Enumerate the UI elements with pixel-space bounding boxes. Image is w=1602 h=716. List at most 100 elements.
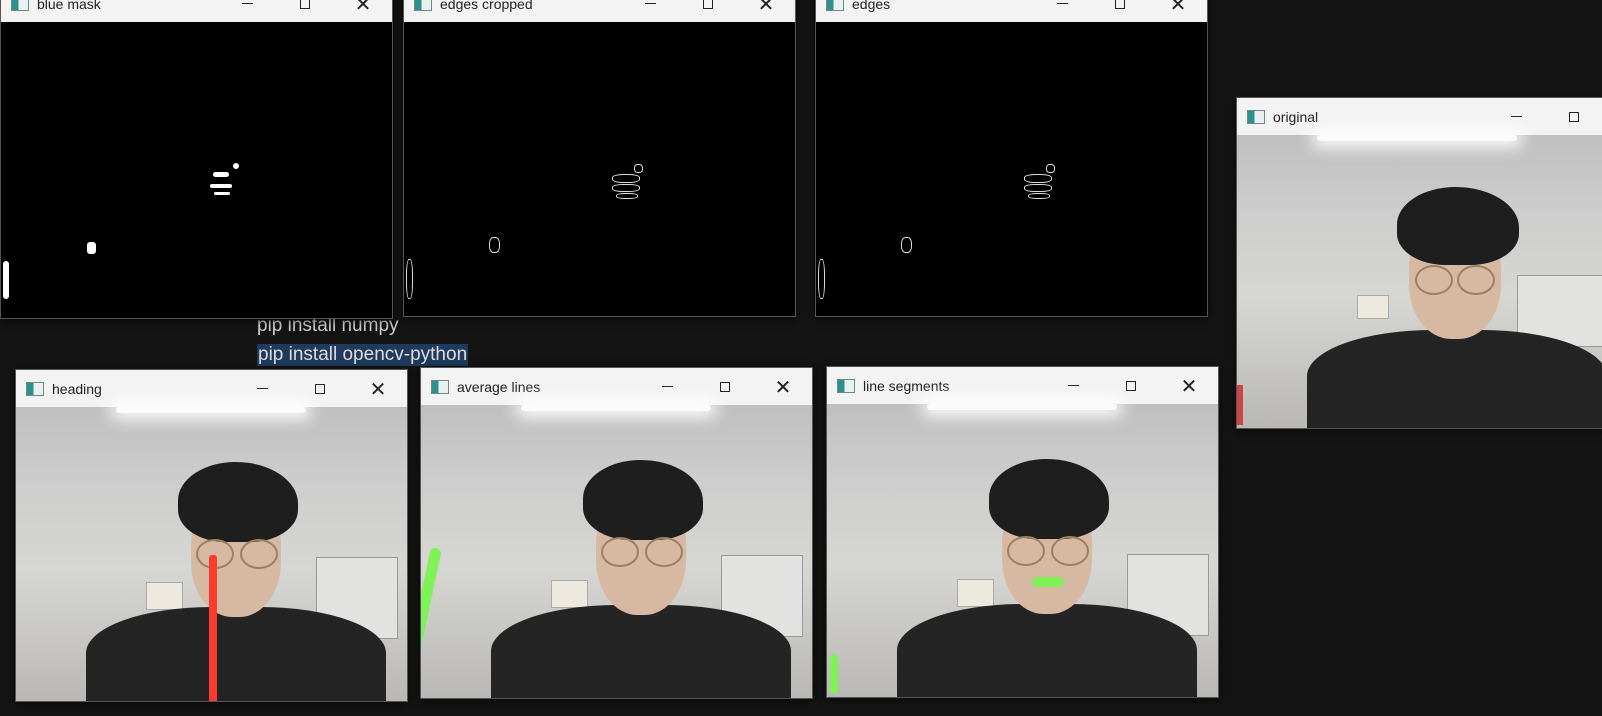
window-title: edges <box>852 0 891 12</box>
close-icon: ✕ <box>369 376 387 401</box>
person-hair <box>583 460 703 540</box>
window-edges-cropped[interactable]: edges cropped ✕ <box>403 0 796 317</box>
wall-poster <box>146 582 183 610</box>
window-blue-mask[interactable]: blue mask ✕ <box>0 0 393 319</box>
maximize-icon <box>1126 380 1136 391</box>
person-hair <box>178 462 298 542</box>
window-title: blue mask <box>37 0 101 12</box>
mask-blob <box>87 242 96 254</box>
window-average-lines[interactable]: average lines ✕ <box>420 367 813 699</box>
close-button[interactable]: ✕ <box>1160 367 1218 404</box>
person-body <box>491 605 791 698</box>
minimize-button[interactable] <box>621 0 679 22</box>
glasses-lens <box>1007 536 1045 566</box>
app-icon <box>1247 109 1265 124</box>
window-title: heading <box>52 380 102 397</box>
ceiling-light <box>1317 135 1517 141</box>
titlebar[interactable]: original <box>1237 98 1602 135</box>
minimize-button[interactable] <box>638 368 696 405</box>
minimize-icon <box>256 388 268 389</box>
camera-view <box>827 404 1218 697</box>
edge-contour <box>612 184 640 192</box>
maximize-button[interactable] <box>1545 98 1602 135</box>
window-title: line segments <box>863 377 950 394</box>
wall-poster <box>1357 295 1389 319</box>
edge-contour <box>1024 184 1052 192</box>
ceiling-light <box>521 405 711 411</box>
line-segment <box>830 654 838 694</box>
doc-line-selected: pip install opencv-python <box>257 344 469 366</box>
camera-view <box>1237 135 1602 428</box>
app-icon <box>837 378 855 393</box>
maximize-button[interactable] <box>1091 0 1149 22</box>
red-object <box>1237 385 1243 425</box>
edge-contour <box>406 259 413 299</box>
image-view <box>816 22 1207 316</box>
minimize-button[interactable] <box>1487 98 1545 135</box>
person-body <box>897 604 1197 697</box>
minimize-icon <box>644 3 656 4</box>
titlebar[interactable]: heading ✕ <box>16 370 407 407</box>
titlebar[interactable]: blue mask ✕ <box>1 0 392 22</box>
maximize-icon <box>300 0 310 9</box>
minimize-button[interactable] <box>233 370 291 407</box>
maximize-button[interactable] <box>1102 367 1160 404</box>
person-hair <box>1397 187 1519 265</box>
titlebar[interactable]: edges cropped ✕ <box>404 0 795 22</box>
mask-blob <box>213 172 229 177</box>
minimize-button[interactable] <box>1033 0 1091 22</box>
window-edges[interactable]: edges ✕ <box>815 0 1208 317</box>
maximize-icon <box>1569 111 1579 122</box>
close-icon: ✕ <box>774 374 792 399</box>
titlebar[interactable]: line segments ✕ <box>827 367 1218 404</box>
camera-view <box>16 407 407 701</box>
person-body <box>1307 330 1602 428</box>
edge-contour <box>818 259 825 299</box>
wall-poster <box>957 579 994 607</box>
window-heading[interactable]: heading ✕ <box>15 369 408 702</box>
minimize-button[interactable] <box>218 0 276 22</box>
minimize-icon <box>241 3 253 4</box>
maximize-button[interactable] <box>276 0 334 22</box>
window-original[interactable]: original <box>1236 97 1602 429</box>
close-button[interactable]: ✕ <box>754 368 812 405</box>
close-button[interactable]: ✕ <box>737 0 795 22</box>
close-button[interactable]: ✕ <box>1149 0 1207 22</box>
close-icon: ✕ <box>1180 373 1198 398</box>
edge-contour <box>1046 164 1055 173</box>
minimize-icon <box>1510 116 1522 117</box>
maximize-icon <box>703 0 713 9</box>
mask-blob <box>233 163 239 169</box>
minimize-button[interactable] <box>1044 367 1102 404</box>
app-icon <box>826 0 844 11</box>
window-title: original <box>1273 108 1319 125</box>
mask-blob <box>210 184 232 188</box>
person-hair <box>989 459 1109 539</box>
close-button[interactable]: ✕ <box>334 0 392 22</box>
minimize-icon <box>1067 385 1079 386</box>
heading-line <box>209 555 217 701</box>
app-icon <box>414 0 432 11</box>
edge-contour <box>1024 174 1052 183</box>
maximize-button[interactable] <box>696 368 754 405</box>
maximize-icon <box>720 381 730 392</box>
maximize-button[interactable] <box>291 370 349 407</box>
glasses-lens <box>601 537 639 567</box>
window-line-segments[interactable]: line segments ✕ <box>826 366 1219 698</box>
app-icon <box>431 379 449 394</box>
glasses-lens <box>240 539 278 569</box>
ceiling-light <box>116 407 306 413</box>
titlebar[interactable]: edges ✕ <box>816 0 1207 22</box>
glasses-lens <box>645 537 683 567</box>
titlebar[interactable]: average lines ✕ <box>421 368 812 405</box>
glasses-lens <box>1051 536 1089 566</box>
image-view <box>1 22 392 318</box>
average-lane-line <box>421 546 442 696</box>
mask-blob <box>3 261 9 299</box>
ceiling-light <box>927 404 1117 410</box>
maximize-button[interactable] <box>679 0 737 22</box>
close-button[interactable]: ✕ <box>349 370 407 407</box>
edge-contour <box>616 193 638 199</box>
edge-contour <box>634 164 643 173</box>
edge-contour <box>489 237 500 253</box>
